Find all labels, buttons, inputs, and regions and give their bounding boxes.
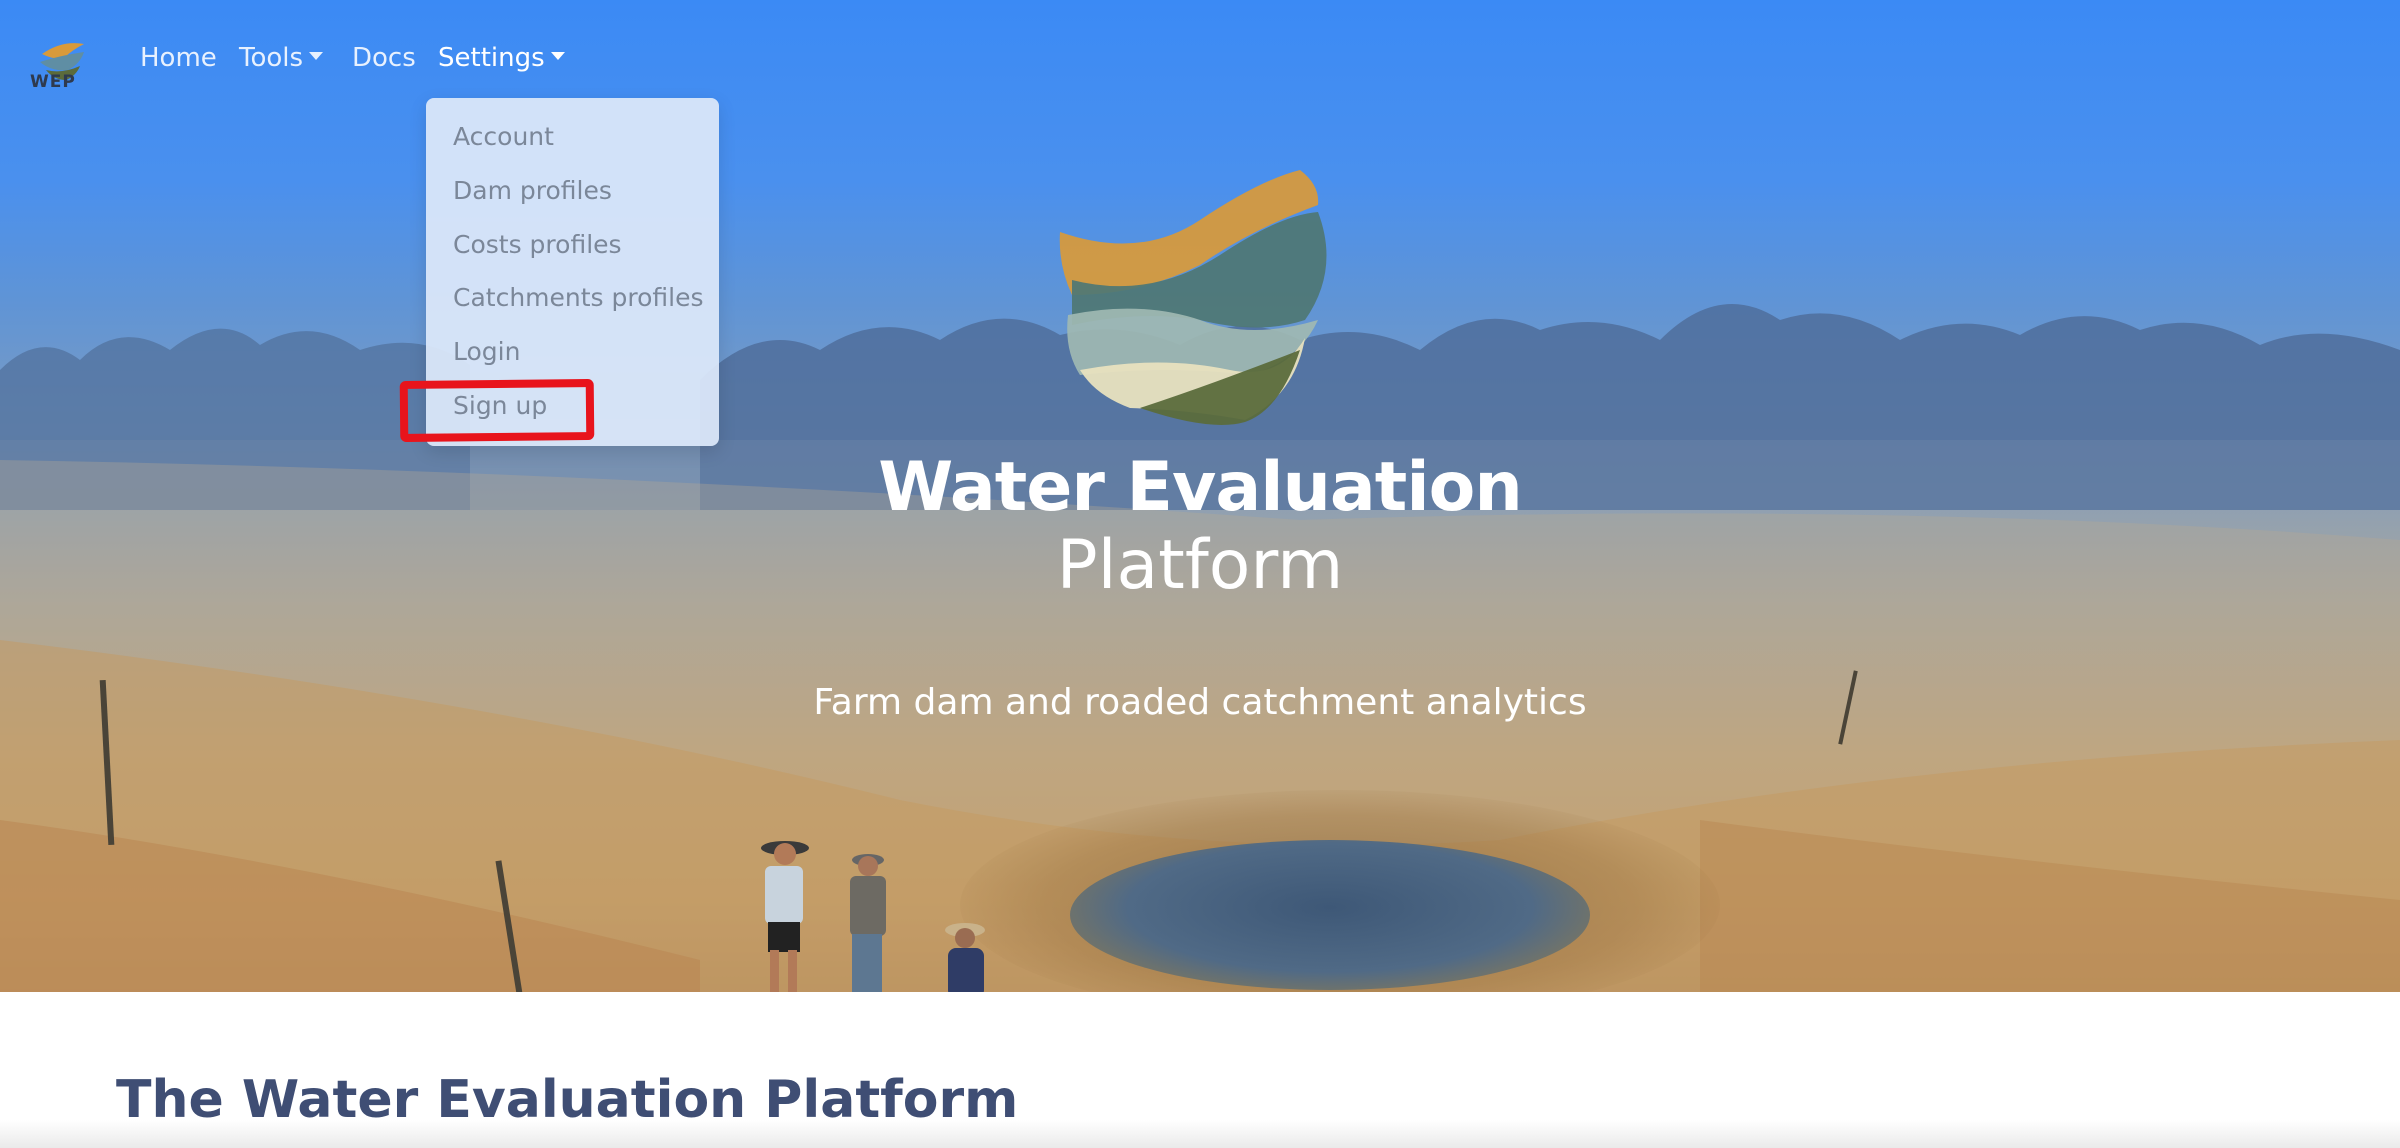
brand-text: WEP bbox=[30, 72, 76, 92]
nav-home[interactable]: Home bbox=[140, 43, 217, 73]
nav-settings-label: Settings bbox=[438, 43, 545, 73]
nav-docs[interactable]: Docs bbox=[352, 43, 416, 73]
caret-down-icon bbox=[550, 51, 565, 60]
menu-item-account[interactable]: Account bbox=[453, 122, 554, 151]
caret-down-icon bbox=[309, 51, 324, 60]
nav-tools[interactable]: Tools bbox=[239, 43, 324, 73]
sign-up-highlight-annotation bbox=[399, 378, 595, 443]
menu-item-login[interactable]: Login bbox=[453, 337, 520, 366]
hero-title: Water Evaluation bbox=[878, 448, 1523, 527]
menu-item-catchments-profiles[interactable]: Catchments profiles bbox=[453, 283, 704, 312]
nav-tools-label: Tools bbox=[239, 43, 304, 73]
water-evaluation-logo-icon bbox=[1059, 170, 1327, 425]
nav-settings[interactable]: Settings bbox=[438, 43, 565, 73]
menu-item-dam-profiles[interactable]: Dam profiles bbox=[453, 176, 612, 205]
hero-tagline: Farm dam and roaded catchment analytics bbox=[813, 682, 1587, 723]
hero-subtitle: Platform bbox=[1056, 526, 1344, 605]
bottom-fade bbox=[0, 1120, 2400, 1148]
farm-dam-water bbox=[1070, 840, 1590, 990]
people-figures bbox=[761, 841, 985, 992]
navbar: WEP Home Tools Docs Settings bbox=[0, 0, 2400, 120]
menu-item-costs-profiles[interactable]: Costs profiles bbox=[453, 230, 622, 259]
